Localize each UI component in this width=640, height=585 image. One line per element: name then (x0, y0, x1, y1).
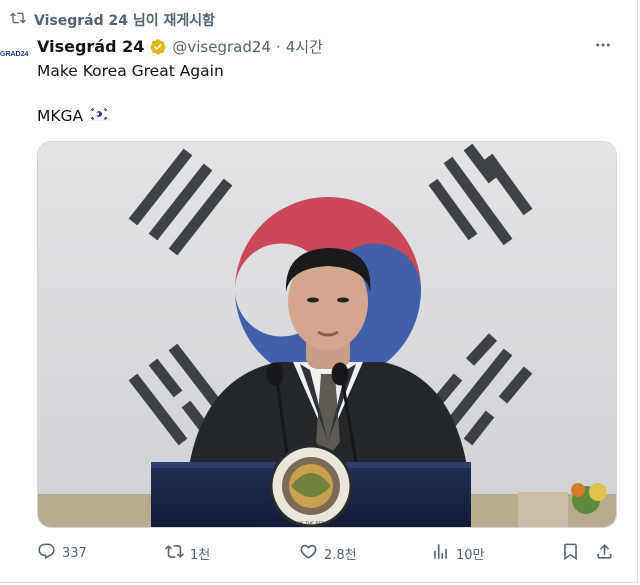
tweet-text-line-2: MKGA (37, 106, 110, 125)
verified-badge-icon[interactable] (149, 38, 167, 56)
repost-action-icon (165, 542, 184, 565)
timestamp[interactable]: 4시간 (286, 36, 323, 57)
tweet-text-mkga: MKGA (37, 107, 84, 125)
repost-count: 1천 (190, 547, 211, 563)
seal-text: THE PRESIDENT OF THE REPUBLIC OF KOREA (259, 521, 362, 527)
tweet-text-line: Make Korea Great Again (37, 62, 224, 80)
bookmark-icon (561, 542, 580, 565)
views-button[interactable]: 10만 (431, 540, 485, 566)
author-name[interactable]: Visegrád 24 (37, 37, 144, 56)
views-chart-icon (431, 542, 450, 565)
tweet-media-image[interactable]: THE PRESIDENT OF THE REPUBLIC OF KOREA (37, 141, 617, 528)
reply-button[interactable]: 337 (37, 540, 87, 566)
views-count: 10만 (456, 547, 485, 563)
korea-flag-emoji (88, 106, 110, 125)
author-handle[interactable]: @visegrad24 (172, 38, 271, 56)
more-options-button[interactable] (591, 38, 615, 56)
retweet-label: Visegrád 24 님이 재게시함 (34, 13, 215, 29)
repost-icon (10, 10, 26, 30)
retweet-indicator[interactable]: Visegrád 24 님이 재게시함 (10, 10, 215, 30)
share-button[interactable] (595, 540, 614, 566)
like-button[interactable]: 2.8천 (299, 540, 357, 566)
heart-icon (299, 542, 318, 565)
avatar[interactable]: GRAD24 (0, 51, 28, 65)
separator-dot: · (275, 37, 281, 56)
share-icon (595, 542, 614, 565)
like-count: 2.8천 (324, 547, 357, 563)
tweet-header: Visegrád 24 @visegrad24 · 4시간 (37, 36, 323, 57)
repost-button[interactable]: 1천 (165, 540, 210, 566)
bookmark-button[interactable] (561, 540, 580, 566)
more-dots-icon (594, 36, 612, 58)
reply-icon (37, 542, 56, 565)
tweet-card[interactable]: Visegrád 24 님이 재게시함 GRAD24 Visegrád 24 @… (0, 0, 638, 583)
tweet-actions: 337 1천 2.8천 10만 (37, 540, 617, 566)
reply-count: 337 (62, 545, 87, 561)
